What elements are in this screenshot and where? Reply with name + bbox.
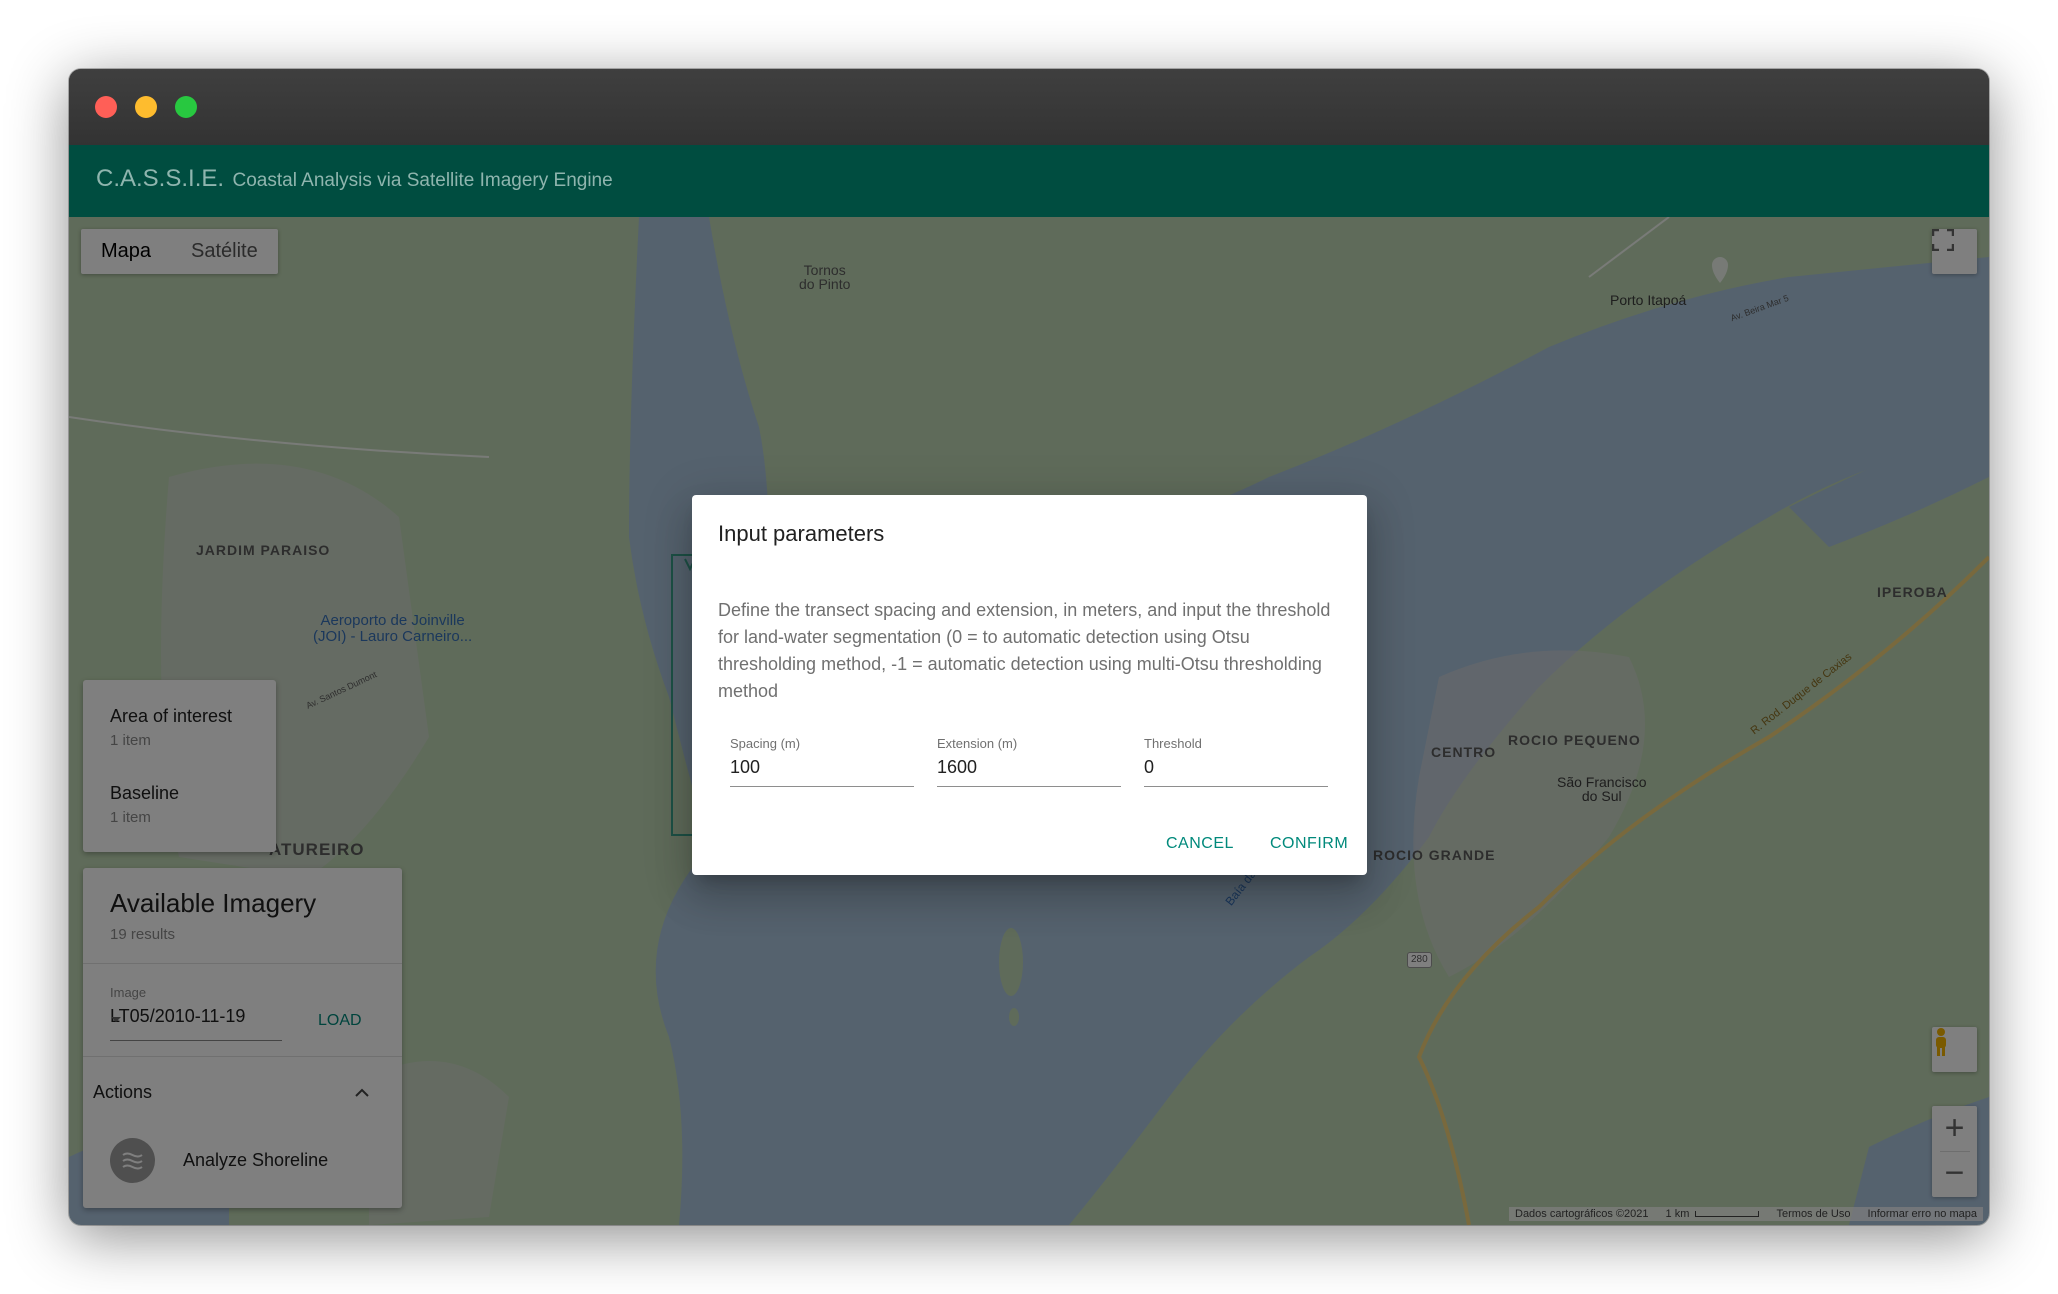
- close-window-button[interactable]: [95, 96, 117, 118]
- spacing-field[interactable]: Spacing (m) 100: [730, 736, 914, 787]
- minimize-window-button[interactable]: [135, 96, 157, 118]
- window-titlebar: [69, 69, 1989, 146]
- app-window: C.A.S.S.I.E. Coastal Analysis via Satell…: [69, 69, 1989, 1225]
- input-parameters-dialog: Input parameters Define the transect spa…: [692, 495, 1367, 875]
- dialog-title: Input parameters: [718, 521, 885, 546]
- app-brand: C.A.S.S.I.E. Coastal Analysis via Satell…: [96, 165, 613, 193]
- threshold-input[interactable]: 0: [1144, 757, 1328, 787]
- threshold-field[interactable]: Threshold 0: [1144, 736, 1328, 787]
- spacing-field-label: Spacing (m): [730, 736, 801, 751]
- app-title: C.A.S.S.I.E.: [96, 165, 225, 192]
- threshold-field-label: Threshold: [1144, 736, 1202, 751]
- extension-input[interactable]: 1600: [937, 757, 1121, 787]
- extension-field[interactable]: Extension (m) 1600: [937, 736, 1121, 787]
- maximize-window-button[interactable]: [175, 96, 197, 118]
- app-bar: C.A.S.S.I.E. Coastal Analysis via Satell…: [69, 145, 1989, 217]
- app-subtitle: Coastal Analysis via Satellite Imagery E…: [232, 170, 613, 191]
- dialog-description: Define the transect spacing and extensio…: [718, 600, 1331, 701]
- extension-field-label: Extension (m): [937, 736, 1018, 751]
- confirm-button[interactable]: CONFIRM: [1270, 835, 1348, 853]
- spacing-input[interactable]: 100: [730, 757, 914, 787]
- cancel-button[interactable]: CANCEL: [1166, 835, 1234, 853]
